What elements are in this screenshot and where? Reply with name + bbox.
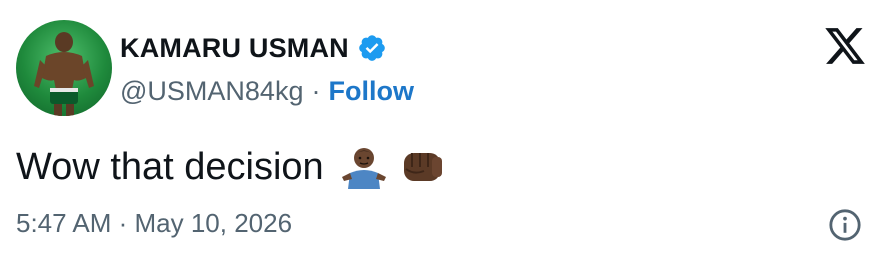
follow-button[interactable]: Follow — [328, 76, 413, 107]
x-logo-icon[interactable] — [822, 24, 868, 68]
oncoming-fist-emoji — [398, 143, 446, 191]
tweet-body: Wow that decision — [16, 142, 446, 192]
person-shrugging-emoji — [340, 143, 388, 191]
author-name-row: KAMARU USMAN — [120, 30, 387, 66]
info-icon[interactable] — [828, 208, 862, 242]
author-display-name[interactable]: KAMARU USMAN — [120, 33, 349, 64]
avatar-image — [34, 32, 94, 116]
embedded-tweet-card: KAMARU USMAN @USMAN84kg · Follow Wow tha… — [0, 0, 896, 256]
tweet-timestamp[interactable]: 5:47 AM · May 10, 2026 — [16, 208, 292, 239]
author-handle[interactable]: @USMAN84kg — [120, 76, 303, 107]
verified-badge-icon — [357, 33, 387, 63]
author-handle-row: @USMAN84kg · Follow — [120, 74, 414, 108]
separator-dot: · — [311, 75, 321, 106]
tweet-text: Wow that decision — [16, 145, 324, 188]
avatar[interactable] — [16, 20, 112, 116]
